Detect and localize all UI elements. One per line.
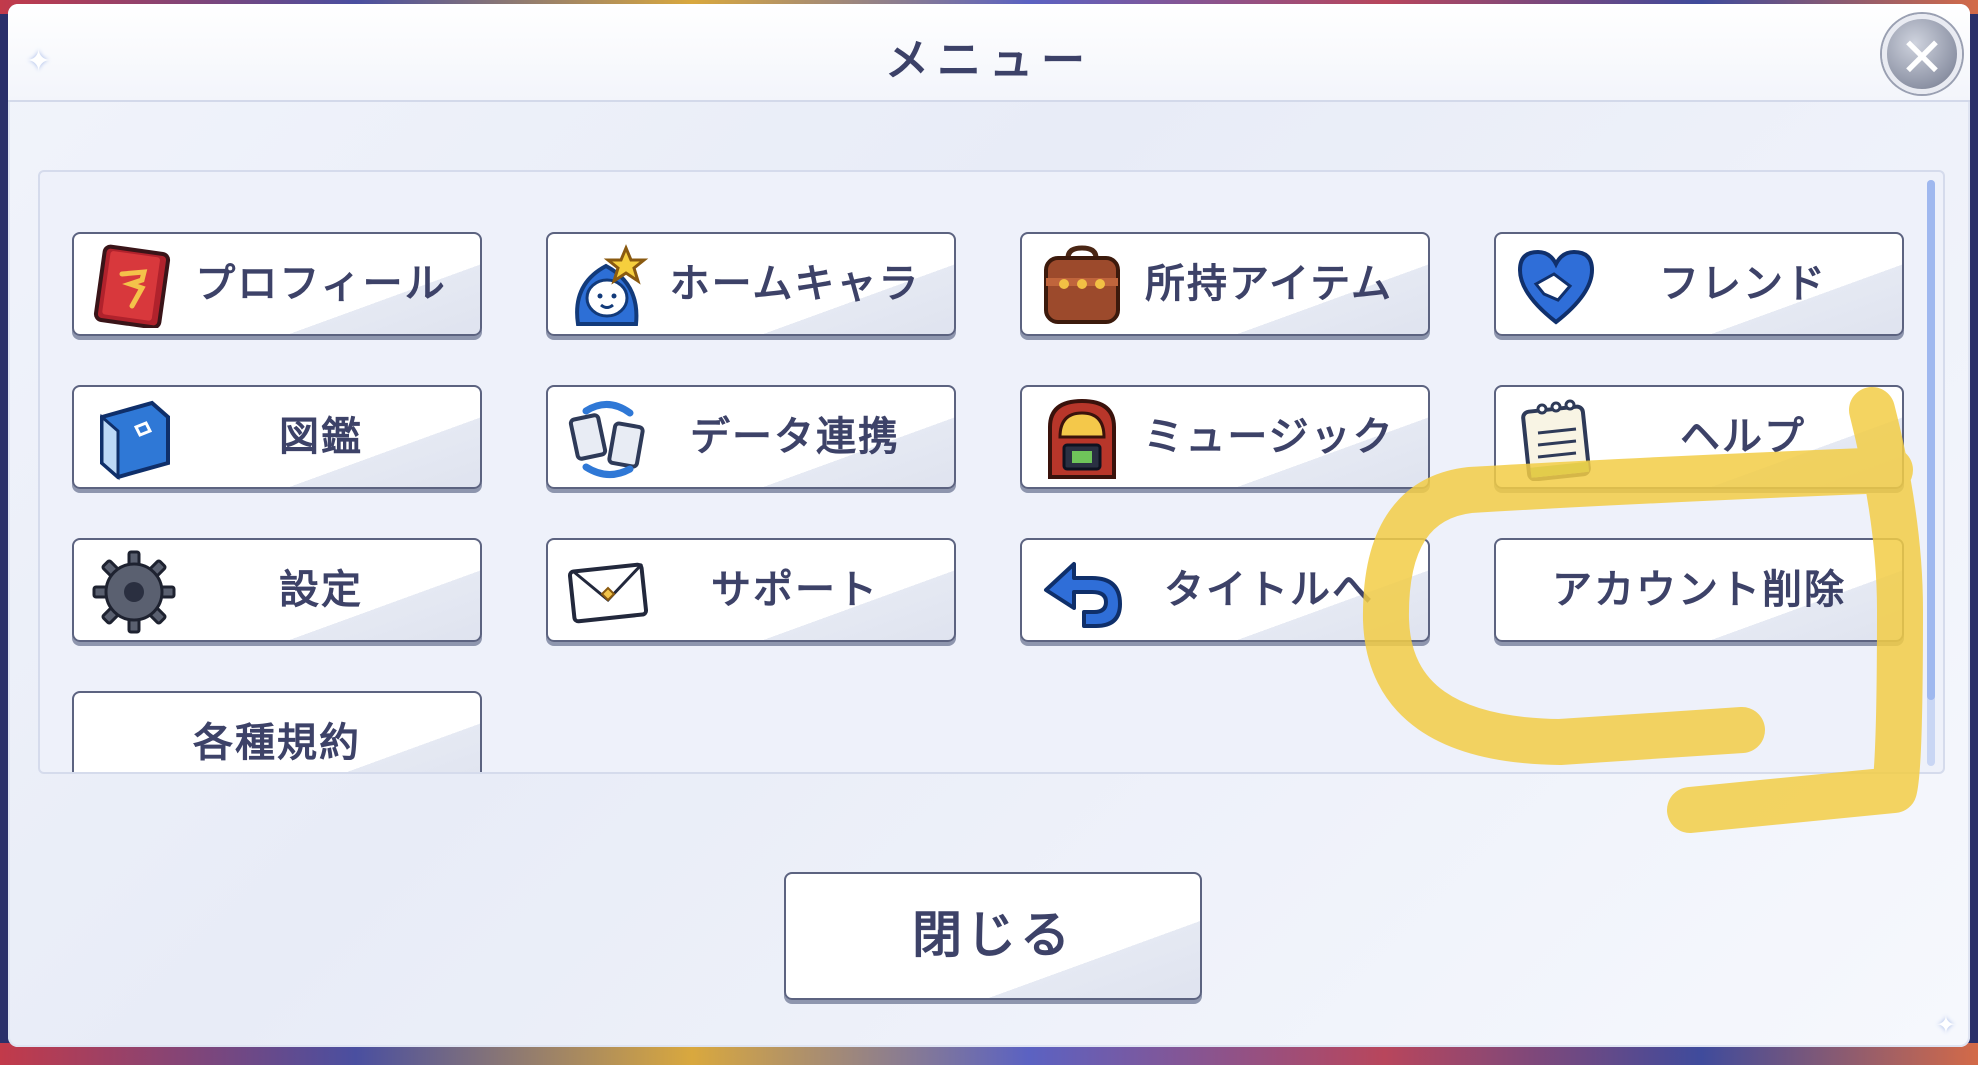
envelope-icon xyxy=(567,562,649,624)
menu-button-label: プロフィール xyxy=(195,261,447,307)
home-character-icon xyxy=(575,244,649,326)
scrollbar-thumb[interactable] xyxy=(1927,180,1935,700)
friend-heart-icon xyxy=(1517,249,1595,325)
menu-button-label: 所持アイテム xyxy=(1145,261,1393,307)
close-x-icon[interactable]: ✕ xyxy=(1882,14,1962,94)
sparkle-icon: ✦ xyxy=(1935,1011,1956,1039)
menu-button-label: アカウント削除 xyxy=(1552,567,1846,613)
menu-button-music[interactable]: ミュージック xyxy=(1020,385,1430,489)
menu-button-label: サポート xyxy=(711,567,879,613)
gear-icon xyxy=(92,550,176,634)
menu-button-label: データ連携 xyxy=(690,414,900,460)
dialog-title: メニュー xyxy=(885,35,1093,86)
menu-button-items[interactable]: 所持アイテム xyxy=(1020,232,1430,336)
menu-button-home-character[interactable]: ホームキャラ xyxy=(546,232,956,336)
data-link-icon xyxy=(568,401,645,478)
menu-button-label: ミュージック xyxy=(1143,414,1395,460)
item-bag-icon xyxy=(1044,245,1120,324)
encyclopedia-book-icon xyxy=(100,400,170,481)
menu-button-label: タイトルへ xyxy=(1164,567,1374,613)
menu-button-delete-account[interactable]: アカウント削除 xyxy=(1494,538,1904,642)
menu-button-label: ホームキャラ xyxy=(669,261,921,307)
menu-dialog: ✦ メニュー ✕ プロフィール ホームキャラ 所持アイテム フレンド 図鑑 デー… xyxy=(8,4,1970,1047)
scrollbar[interactable] xyxy=(1927,180,1935,766)
profile-book-icon xyxy=(93,244,171,328)
close-button[interactable]: 閉じる xyxy=(784,872,1202,1000)
menu-button-terms[interactable]: 各種規約 xyxy=(72,691,482,772)
menu-button-encyclopedia[interactable]: 図鑑 xyxy=(72,385,482,489)
jukebox-icon xyxy=(1048,398,1116,479)
menu-button-to-title[interactable]: タイトルへ xyxy=(1020,538,1430,642)
menu-button-profile[interactable]: プロフィール xyxy=(72,232,482,336)
menu-button-help[interactable]: ヘルプ xyxy=(1494,385,1904,489)
menu-button-settings[interactable]: 設定 xyxy=(72,538,482,642)
menu-panel: プロフィール ホームキャラ 所持アイテム フレンド 図鑑 データ連携 ミュージッ… xyxy=(38,170,1945,774)
notepad-icon xyxy=(1521,399,1591,481)
menu-button-label: 各種規約 xyxy=(193,720,361,766)
menu-button-label: ヘルプ xyxy=(1680,414,1806,460)
return-arrow-icon xyxy=(1044,562,1122,628)
menu-button-support[interactable]: サポート xyxy=(546,538,956,642)
menu-button-label: 図鑑 xyxy=(279,414,363,460)
menu-button-friend[interactable]: フレンド xyxy=(1494,232,1904,336)
menu-button-data-link[interactable]: データ連携 xyxy=(546,385,956,489)
dialog-header: ✦ メニュー ✕ xyxy=(8,4,1970,102)
menu-button-label: フレンド xyxy=(1659,261,1827,307)
menu-button-label: 設定 xyxy=(279,567,363,613)
